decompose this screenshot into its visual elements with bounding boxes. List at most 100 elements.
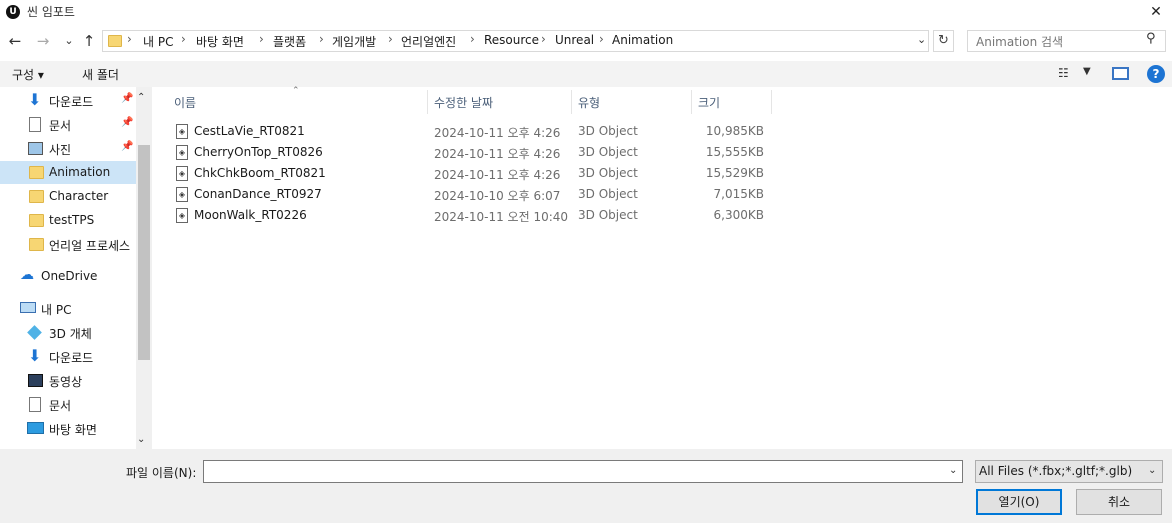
- column-header-size[interactable]: 크기: [698, 94, 720, 111]
- recent-locations-icon[interactable]: ⌄: [60, 31, 78, 51]
- file-modified: 2024-10-11 오후 4:26: [434, 126, 561, 140]
- sidebar-item-label: 바탕 화면: [49, 423, 97, 437]
- search-icon[interactable]: ⚲: [1146, 31, 1156, 46]
- sort-ascending-icon: ⌃: [292, 86, 300, 96]
- sidebar-item-label: 3D 개체: [49, 327, 92, 341]
- sidebar-item-3d-objects[interactable]: 3D 개체: [0, 321, 136, 344]
- file-name[interactable]: MoonWalk_RT0226: [194, 208, 307, 222]
- 3d-object-file-icon: ◈: [176, 187, 188, 202]
- sidebar-item-label: 언리얼 프로세스: [49, 239, 131, 253]
- breadcrumb-item[interactable]: Unreal: [555, 33, 594, 47]
- pin-icon: 📌: [121, 93, 134, 104]
- desktop-icon: [27, 422, 44, 434]
- organize-button[interactable]: 구성 ▾: [12, 66, 44, 83]
- column-header-modified[interactable]: 수정한 날짜: [434, 94, 493, 111]
- new-folder-button[interactable]: 새 폴더: [82, 66, 119, 83]
- file-name[interactable]: CestLaVie_RT0821: [194, 124, 305, 138]
- sidebar-item-label: 동영상: [49, 375, 83, 389]
- file-type: 3D Object: [578, 166, 638, 180]
- sidebar-item-animation[interactable]: Animation: [0, 161, 136, 184]
- folder-icon: [29, 166, 44, 179]
- refresh-icon[interactable]: ↻: [933, 30, 954, 52]
- breadcrumb-item[interactable]: 내 PC: [143, 33, 173, 50]
- scroll-down-icon[interactable]: ⌄: [137, 434, 145, 445]
- 3d-object-file-icon: ◈: [176, 124, 188, 139]
- breadcrumb-item[interactable]: 바탕 화면: [196, 33, 244, 50]
- 3d-object-file-icon: ◈: [176, 166, 188, 181]
- sidebar-item-documents-pc[interactable]: 문서: [0, 393, 136, 416]
- forward-arrow-icon[interactable]: →: [34, 31, 52, 51]
- breadcrumb-separator: ›: [388, 32, 393, 46]
- sidebar-item-label: testTPS: [49, 213, 95, 227]
- breadcrumb-item[interactable]: 게임개발: [332, 33, 376, 50]
- pin-icon: 📌: [121, 117, 134, 128]
- column-divider[interactable]: [427, 90, 428, 114]
- search-placeholder: Animation 검색: [976, 35, 1064, 49]
- view-options-icon[interactable]: ☷: [1058, 66, 1069, 80]
- filename-input[interactable]: [203, 460, 963, 483]
- view-dropdown-icon[interactable]: ▼: [1083, 66, 1091, 77]
- preview-pane-icon[interactable]: [1112, 67, 1129, 80]
- pin-icon: 📌: [121, 141, 134, 152]
- title-bar: [0, 0, 1172, 26]
- back-arrow-icon[interactable]: ←: [6, 31, 24, 51]
- up-arrow-icon[interactable]: ↑: [80, 31, 98, 51]
- sidebar-item-documents[interactable]: 문서 📌: [0, 113, 136, 136]
- folder-icon: [29, 238, 44, 251]
- sidebar-item-label: 사진: [49, 143, 72, 157]
- file-type: 3D Object: [578, 187, 638, 201]
- breadcrumb-item[interactable]: 언리얼엔진: [401, 33, 456, 50]
- breadcrumb-separator: ›: [319, 32, 324, 46]
- sidebar-item-pictures[interactable]: 사진 📌: [0, 137, 136, 160]
- sidebar-item-label: Animation: [49, 165, 111, 179]
- sidebar-item-downloads-pc[interactable]: ⬇ 다운로드: [0, 345, 136, 368]
- chevron-down-icon[interactable]: ⌄: [1148, 465, 1156, 476]
- sidebar-item-label: 내 PC: [41, 303, 72, 317]
- file-size: 10,985KB: [705, 124, 764, 138]
- file-size: 15,529KB: [705, 166, 764, 180]
- sidebar-item-desktop[interactable]: 바탕 화면: [0, 417, 136, 440]
- column-header-type[interactable]: 유형: [578, 94, 600, 111]
- address-bar[interactable]: › 내 PC › 바탕 화면 › 플랫폼 › 게임개발 › 언리얼엔진 › Re…: [102, 30, 929, 52]
- sidebar-item-label: OneDrive: [41, 269, 98, 283]
- sidebar-item-label: 문서: [49, 399, 72, 413]
- sidebar-item-videos[interactable]: 동영상: [0, 369, 136, 392]
- sidebar-item-testtps[interactable]: testTPS: [0, 209, 136, 232]
- sidebar-item-this-pc[interactable]: 내 PC: [0, 297, 136, 320]
- column-header-name[interactable]: 이름: [174, 94, 196, 111]
- file-type: 3D Object: [578, 145, 638, 159]
- column-divider[interactable]: [571, 90, 572, 114]
- sidebar-item-character[interactable]: Character: [0, 185, 136, 208]
- breadcrumb-separator: ›: [181, 32, 186, 46]
- help-icon[interactable]: ?: [1147, 65, 1165, 83]
- file-size: 7,015KB: [713, 187, 764, 201]
- document-icon: [29, 397, 41, 412]
- close-icon[interactable]: ✕: [1146, 2, 1166, 22]
- column-divider[interactable]: [771, 90, 772, 114]
- column-divider[interactable]: [691, 90, 692, 114]
- file-modified: 2024-10-11 오전 10:40: [434, 210, 569, 224]
- scroll-up-icon[interactable]: ⌃: [137, 92, 145, 103]
- file-name[interactable]: ConanDance_RT0927: [194, 187, 322, 201]
- chevron-down-icon[interactable]: ⌄: [949, 465, 957, 476]
- file-modified: 2024-10-11 오후 4:26: [434, 147, 561, 161]
- breadcrumb-separator: ›: [259, 32, 264, 46]
- breadcrumb-item-current[interactable]: Animation: [612, 33, 673, 47]
- file-size: 6,300KB: [713, 208, 764, 222]
- command-bar: [0, 61, 1172, 87]
- open-button[interactable]: 열기(O): [976, 489, 1062, 515]
- file-modified: 2024-10-10 오후 6:07: [434, 189, 561, 203]
- breadcrumb-item[interactable]: Resource: [484, 33, 539, 47]
- file-name[interactable]: ChkChkBoom_RT0821: [194, 166, 326, 180]
- sidebar-item-unreal-process[interactable]: 언리얼 프로세스: [0, 233, 136, 256]
- sidebar-item-downloads[interactable]: ⬇ 다운로드 📌: [0, 89, 136, 112]
- breadcrumb-item[interactable]: 플랫폼: [273, 33, 306, 50]
- sidebar-item-onedrive[interactable]: ☁ OneDrive: [0, 265, 136, 288]
- cancel-button[interactable]: 취소: [1076, 489, 1162, 515]
- breadcrumb-separator: ›: [470, 32, 475, 46]
- download-arrow-icon: ⬇: [28, 90, 42, 109]
- file-name[interactable]: CherryOnTop_RT0826: [194, 145, 323, 159]
- navigation-scrollbar-thumb[interactable]: [138, 145, 150, 360]
- window-title: 씬 임포트: [27, 5, 75, 19]
- address-dropdown-icon[interactable]: ⌄: [917, 33, 926, 46]
